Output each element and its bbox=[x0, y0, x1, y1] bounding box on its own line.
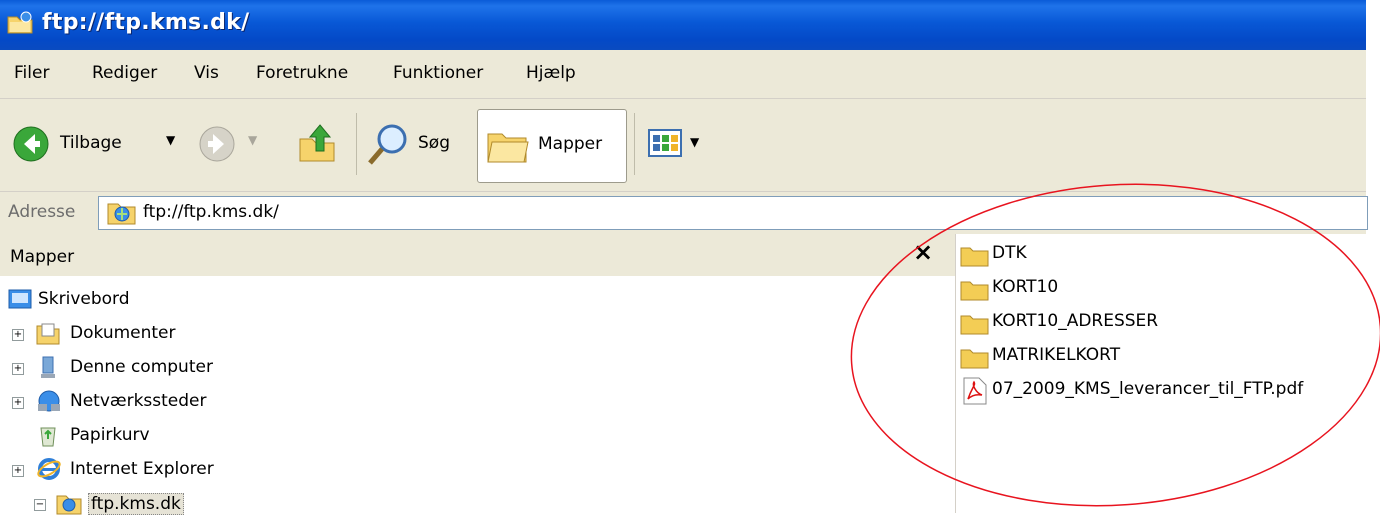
views-icon bbox=[648, 129, 682, 157]
file-name: MATRIKELKORT bbox=[992, 345, 1121, 365]
menu-tools[interactable]: Funktioner bbox=[393, 63, 483, 83]
tree-item-my-computer[interactable]: + Denne computer bbox=[12, 352, 312, 384]
collapse-icon[interactable]: − bbox=[34, 499, 46, 511]
file-name: KORT10_ADRESSER bbox=[992, 311, 1159, 331]
tree-item-desktop[interactable]: Skrivebord bbox=[8, 284, 308, 316]
menu-help[interactable]: Hjælp bbox=[526, 63, 576, 83]
file-list: DTK KORT10 KORT10_ADRESSER MATRIKELKORT … bbox=[958, 234, 1366, 513]
expand-icon[interactable]: + bbox=[12, 465, 24, 477]
tree-item-documents[interactable]: + Dokumenter bbox=[12, 318, 312, 350]
folder-icon bbox=[960, 247, 989, 267]
forward-arrow-icon bbox=[199, 126, 235, 162]
up-folder-icon bbox=[299, 124, 335, 162]
menu-file[interactable]: Filer bbox=[14, 63, 49, 83]
internet-explorer-icon bbox=[37, 458, 61, 480]
address-bar: Adresse ftp://ftp.kms.dk/ bbox=[0, 192, 1368, 234]
ftp-folder-icon bbox=[56, 495, 82, 515]
tree-item-label: ftp.kms.dk bbox=[88, 493, 184, 515]
magnifier-icon bbox=[368, 124, 407, 165]
documents-folder-icon bbox=[36, 323, 60, 345]
up-folder-button[interactable] bbox=[296, 121, 340, 170]
tree-item-ftp-site[interactable]: − ftp.kms.dk bbox=[34, 488, 334, 520]
tree-item-label: Skrivebord bbox=[38, 289, 130, 309]
tree-item-label: Netværkssteder bbox=[70, 391, 207, 411]
window-title: ftp://ftp.kms.dk/ bbox=[42, 10, 250, 35]
menu-view[interactable]: Vis bbox=[194, 63, 219, 83]
folder-icon bbox=[960, 281, 989, 301]
views-button[interactable]: ▼ bbox=[648, 129, 699, 164]
views-dropdown-icon[interactable]: ▼ bbox=[690, 135, 699, 149]
folders-icon bbox=[487, 133, 529, 163]
pdf-file-icon bbox=[963, 377, 987, 405]
title-bar: ftp://ftp.kms.dk/ bbox=[0, 0, 1366, 50]
folders-button[interactable]: Mapper bbox=[477, 109, 627, 183]
folders-pane-header: Mapper × bbox=[0, 234, 955, 276]
menu-edit[interactable]: Rediger bbox=[92, 63, 157, 83]
file-name: 07_2009_KMS_leverancer_til_FTP.pdf bbox=[992, 379, 1304, 399]
network-icon bbox=[38, 390, 60, 412]
back-label: Tilbage bbox=[60, 133, 122, 153]
folders-pane-title: Mapper bbox=[10, 247, 75, 267]
tree-item-label: Internet Explorer bbox=[70, 459, 214, 479]
address-label: Adresse bbox=[8, 202, 76, 222]
forward-button[interactable]: ▼ bbox=[198, 125, 257, 168]
forward-dropdown-icon: ▼ bbox=[248, 133, 258, 147]
tree-item-internet-explorer[interactable]: + Internet Explorer bbox=[12, 454, 312, 486]
address-value: ftp://ftp.kms.dk/ bbox=[143, 202, 279, 222]
file-name: KORT10 bbox=[992, 277, 1059, 297]
recycle-bin-icon bbox=[40, 427, 56, 447]
desktop-icon bbox=[8, 289, 32, 309]
expand-icon[interactable]: + bbox=[12, 329, 24, 341]
menu-favorites[interactable]: Foretrukne bbox=[256, 63, 348, 83]
folders-label: Mapper bbox=[538, 134, 603, 154]
expand-icon[interactable]: + bbox=[12, 397, 24, 409]
tree-item-label: Dokumenter bbox=[70, 323, 176, 343]
folder-icon bbox=[960, 349, 989, 369]
address-input[interactable]: ftp://ftp.kms.dk/ bbox=[98, 196, 1368, 230]
computer-icon bbox=[41, 356, 55, 378]
back-dropdown-icon[interactable]: ▼ bbox=[166, 133, 175, 147]
toolbar: Tilbage ▼ ▼ Søg Mapper ▼ bbox=[0, 99, 1366, 192]
folders-pane: Mapper × Skrivebord + Dokumenter + Denne… bbox=[0, 234, 956, 515]
expand-icon[interactable]: + bbox=[12, 363, 24, 375]
file-name: DTK bbox=[992, 243, 1027, 263]
close-pane-icon[interactable]: × bbox=[913, 238, 933, 266]
back-arrow-icon bbox=[13, 126, 49, 162]
tree-item-label: Denne computer bbox=[70, 357, 213, 377]
tree-item-network-places[interactable]: + Netværkssteder bbox=[12, 386, 312, 418]
menu-bar: Filer Rediger Vis Foretrukne Funktioner … bbox=[0, 50, 1366, 99]
folder-icon bbox=[960, 315, 989, 335]
ftp-folder-icon bbox=[7, 11, 33, 34]
tree-item-recycle-bin[interactable]: Papirkurv bbox=[12, 420, 312, 452]
tree-item-label: Papirkurv bbox=[70, 425, 150, 445]
ftp-location-icon bbox=[107, 203, 136, 225]
search-label: Søg bbox=[418, 133, 450, 153]
